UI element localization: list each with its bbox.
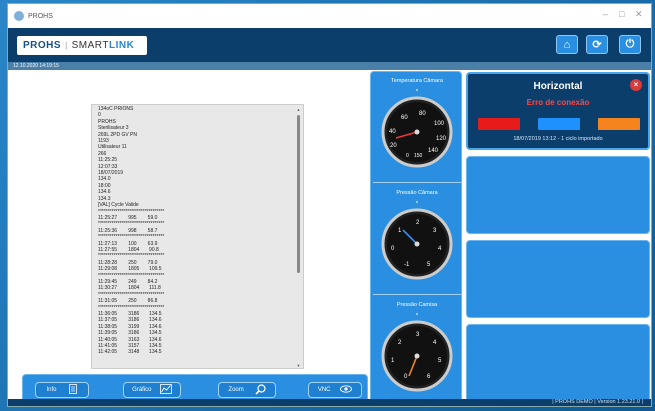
home-button[interactable]: ⌂ [556,35,578,54]
info-button[interactable]: Info [35,382,89,398]
gauge-tick: 120 [436,136,447,142]
minimize-button[interactable]: – [603,9,608,19]
power-icon: ⏻ [625,38,635,50]
gauge-tick: 80 [419,111,426,117]
scroll-down-icon[interactable]: ▼ [296,363,301,368]
gauge-tick: 60 [401,115,408,121]
log-line: 11:39:05 3186 134.5 [98,330,162,337]
close-icon[interactable]: × [630,79,642,91]
scroll-thumb[interactable] [297,115,300,273]
home-icon: ⌂ [563,38,571,51]
logo-link-text: LINK [108,40,135,51]
window-titlebar: PROHS – □ ✕ [8,4,651,28]
logo-smart-text: SMART [71,40,109,51]
status-bar-orange [598,118,640,130]
temperature-dial: 20 40 60 80 100 120 140 0 150 [381,96,453,168]
gauge-tick: 20 [390,143,397,149]
log-line: 11:37:05 3186 134.6 [98,317,162,324]
refresh-button[interactable]: ⟳ [586,35,608,54]
log-line: ********************************** [98,221,165,228]
machine-card-empty[interactable] [466,324,650,402]
gauge-divider [373,294,461,295]
gauge-tick: 150 [414,153,423,159]
eye-icon [340,385,353,395]
gauge-tick: 100 [434,121,445,127]
window-title: PROHS [28,12,53,20]
log-line: 11:29:08 1805 109.5 [98,266,162,273]
app-window: PROHS – □ ✕ PROHS | SMART LINK ⌂ ⟳ ⏻ 12.1… [7,3,652,407]
status-bar-red [478,118,520,130]
gauge-temperatura-camara: Temperatura Câmara - 20 40 60 80 100 120… [371,72,463,182]
log-line: ********************************** [98,253,165,260]
grafico-label: Gráfico [132,387,152,393]
scroll-up-icon[interactable]: ▲ [296,107,301,112]
zoom-button[interactable]: Zoom [218,382,276,398]
gauge-pressao-camara: Pressão Câmara - -1 0 1 2 3 4 5 [371,184,463,294]
datetime-bar: 12.10.2020 14:19:15 [8,62,651,70]
log-line: 11:27:13 100 63.9 [98,240,158,247]
document-icon [69,384,78,396]
prohs-smartlink-logo: PROHS | SMART LINK [17,36,147,55]
app-icon [14,11,24,21]
cycle-log-text: 134oC PRIONS 0 PROHS Sterilisateur 3 269L 2P… [92,105,170,357]
refresh-icon: ⟳ [592,39,602,51]
gauge-pressao-camisa: Pressão Camisa - 0 1 2 3 4 5 6 [371,296,463,406]
version-footer: | PROHS DEMO | Version 1.23.21.0 | [8,399,651,406]
gauge-tick: 140 [428,148,439,154]
machine-card-empty[interactable] [466,156,650,234]
log-line: 11:30:27 1804 111.8 [98,285,161,292]
machine-title: Horizontal [533,81,583,92]
status-bar-blue [538,118,580,130]
vnc-label: VNC [317,387,331,393]
log-scrollbar[interactable]: ▲ ▼ [296,107,301,368]
gauge-tick: 0 [406,153,409,159]
zoom-label: Zoom [228,387,244,393]
last-cycle-text: 18/07/2019 13:12 - 1 ciclo importado [513,136,603,142]
log-line: ********************************** [98,234,165,241]
maximize-button[interactable]: □ [619,9,624,19]
gauge-divider [373,182,461,183]
machine-card-empty[interactable] [466,240,650,318]
log-line: 11:31:05 250 86.8 [98,298,158,305]
log-line: 11:42:05 3148 134.5 [98,349,162,356]
machine-card-horizontal[interactable]: Horizontal × Erro de conexão 18/07/2019 … [466,72,650,150]
connection-error-text: Erro de conexão [526,98,590,107]
gauge-tick: 40 [389,129,396,135]
logo-separator: | [65,41,68,50]
app-header: PROHS | SMART LINK ⌂ ⟳ ⏻ [8,28,651,62]
desktop-background: PROHS – □ ✕ PROHS | SMART LINK ⌂ ⟳ ⏻ 12.1… [0,0,655,411]
grafico-button[interactable]: Gráfico [123,382,181,398]
gauges-panel: Temperatura Câmara - 20 40 60 80 100 120… [370,71,463,406]
log-line: ********************************** [98,208,165,215]
gauge-tick: -1 [404,262,410,268]
vnc-button[interactable]: VNC [308,382,362,398]
chamber-pressure-dial: -1 0 1 2 3 4 5 [381,208,453,280]
power-button[interactable]: ⏻ [619,35,641,54]
main-area: 134oC PRIONS 0 PROHS Sterilisateur 3 269L 2P… [8,70,651,406]
cycle-log-panel: 134oC PRIONS 0 PROHS Sterilisateur 3 269L 2P… [91,104,304,369]
magnifier-icon [255,383,266,397]
chart-icon [159,384,172,396]
info-label: Info [46,387,57,393]
close-window-button[interactable]: ✕ [635,9,643,20]
jacket-pressure-dial: 0 1 2 3 4 5 6 [381,320,453,392]
logo-prohs-text: PROHS [23,40,62,51]
